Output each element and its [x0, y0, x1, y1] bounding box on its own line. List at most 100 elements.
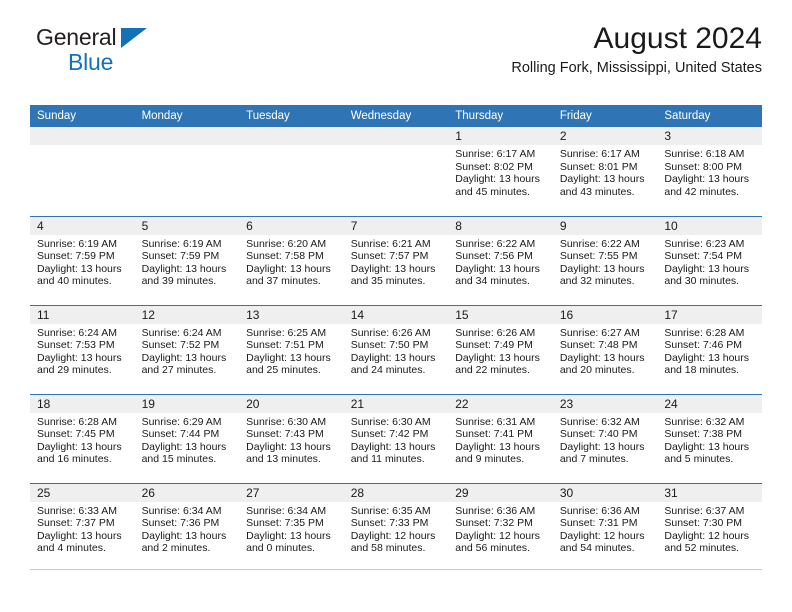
calendar-day-cell[interactable]: 1 Sunrise: 6:17 AM Sunset: 8:02 PM Dayli…: [448, 127, 553, 216]
daylight-text-line1: Daylight: 12 hours: [559, 529, 645, 542]
calendar-day-cell[interactable]: 12 Sunrise: 6:24 AM Sunset: 7:52 PM Dayl…: [134, 304, 240, 394]
calendar-weekday-header: Sunday Monday Tuesday Wednesday Thursday…: [30, 105, 762, 127]
page-subtitle-location: Rolling Fork, Mississippi, United States: [511, 60, 762, 76]
day-details: Sunrise: 6:37 AM Sunset: 7:30 PM Dayligh…: [657, 502, 762, 555]
calendar-day-cell[interactable]: 24 Sunrise: 6:32 AM Sunset: 7:38 PM Dayl…: [657, 393, 762, 483]
calendar-day-cell[interactable]: 6 Sunrise: 6:20 AM Sunset: 7:58 PM Dayli…: [239, 215, 344, 305]
day-number: [239, 127, 344, 145]
sunset-text: Sunset: 7:58 PM: [246, 250, 324, 263]
calendar-day-cell[interactable]: 18 Sunrise: 6:28 AM Sunset: 7:45 PM Dayl…: [30, 393, 135, 483]
sunset-text: Sunset: 7:57 PM: [350, 250, 429, 263]
daylight-text-line2: and 5 minutes.: [664, 453, 734, 466]
daylight-text-line1: Daylight: 13 hours: [141, 529, 227, 542]
daylight-text-line2: and 39 minutes.: [141, 275, 217, 288]
day-details: Sunrise: 6:21 AM Sunset: 7:57 PM Dayligh…: [344, 235, 449, 288]
calendar-day-cell[interactable]: 9 Sunrise: 6:22 AM Sunset: 7:55 PM Dayli…: [552, 215, 658, 305]
day-number: 18: [30, 394, 135, 413]
daylight-text-line2: and 30 minutes.: [664, 275, 740, 288]
calendar-day-cell[interactable]: 26 Sunrise: 6:34 AM Sunset: 7:36 PM Dayl…: [134, 482, 240, 572]
day-number: 2: [552, 127, 658, 145]
sunset-text: Sunset: 7:51 PM: [246, 339, 324, 352]
sunrise-text: Sunrise: 6:25 AM: [246, 326, 327, 339]
calendar-day-cell[interactable]: 22 Sunrise: 6:31 AM Sunset: 7:41 PM Dayl…: [448, 393, 553, 483]
calendar-day-cell[interactable]: 25 Sunrise: 6:33 AM Sunset: 7:37 PM Dayl…: [30, 482, 135, 572]
calendar-day-cell[interactable]: 7 Sunrise: 6:21 AM Sunset: 7:57 PM Dayli…: [343, 215, 449, 305]
calendar-day-cell[interactable]: 4 Sunrise: 6:19 AM Sunset: 7:59 PM Dayli…: [30, 215, 135, 305]
calendar-week-row: 11 Sunrise: 6:24 AM Sunset: 7:53 PM Dayl…: [30, 304, 762, 394]
calendar-day-cell[interactable]: 23 Sunrise: 6:32 AM Sunset: 7:40 PM Dayl…: [552, 393, 658, 483]
sunrise-text: Sunrise: 6:33 AM: [37, 504, 117, 517]
day-number: 17: [657, 305, 762, 324]
calendar-day-cell[interactable]: 29 Sunrise: 6:36 AM Sunset: 7:32 PM Dayl…: [448, 482, 553, 572]
sunrise-text: Sunrise: 6:19 AM: [141, 237, 222, 250]
daylight-text-line1: Daylight: 13 hours: [664, 351, 750, 364]
sunrise-text: Sunrise: 6:24 AM: [37, 326, 117, 339]
sunrise-text: Sunrise: 6:34 AM: [141, 504, 222, 517]
calendar-day-cell[interactable]: 21 Sunrise: 6:30 AM Sunset: 7:42 PM Dayl…: [343, 393, 449, 483]
calendar-day-cell[interactable]: 10 Sunrise: 6:23 AM Sunset: 7:54 PM Dayl…: [657, 215, 762, 305]
daylight-text-line1: Daylight: 13 hours: [559, 440, 645, 453]
sunset-text: Sunset: 7:54 PM: [664, 250, 743, 263]
sunrise-text: Sunrise: 6:21 AM: [350, 237, 431, 250]
sunrise-text: Sunrise: 6:27 AM: [559, 326, 640, 339]
day-number: 7: [343, 216, 449, 235]
calendar-day-cell[interactable]: 3 Sunrise: 6:18 AM Sunset: 8:00 PM Dayli…: [657, 127, 762, 216]
calendar-day-cell[interactable]: 20 Sunrise: 6:30 AM Sunset: 7:43 PM Dayl…: [239, 393, 344, 483]
daylight-text-line1: Daylight: 13 hours: [246, 351, 331, 364]
sunrise-text: Sunrise: 6:30 AM: [350, 415, 431, 428]
day-number: 9: [552, 216, 658, 235]
sunset-text: Sunset: 8:01 PM: [559, 160, 638, 173]
day-details: Sunrise: 6:34 AM Sunset: 7:36 PM Dayligh…: [135, 502, 240, 555]
sunset-text: Sunset: 7:38 PM: [664, 428, 743, 441]
calendar-day-cell[interactable]: 14 Sunrise: 6:26 AM Sunset: 7:50 PM Dayl…: [343, 304, 449, 394]
weekday-header-saturday: Saturday: [657, 105, 762, 127]
calendar-day-cell[interactable]: 8 Sunrise: 6:22 AM Sunset: 7:56 PM Dayli…: [448, 215, 553, 305]
day-number: 14: [343, 305, 449, 324]
calendar-day-cell[interactable]: 31 Sunrise: 6:37 AM Sunset: 7:30 PM Dayl…: [657, 482, 762, 572]
daylight-text-line1: Daylight: 12 hours: [664, 529, 750, 542]
calendar-day-cell[interactable]: 2 Sunrise: 6:17 AM Sunset: 8:01 PM Dayli…: [552, 127, 658, 216]
daylight-text-line2: and 58 minutes.: [350, 542, 426, 555]
calendar-day-cell[interactable]: 5 Sunrise: 6:19 AM Sunset: 7:59 PM Dayli…: [134, 215, 240, 305]
sunset-text: Sunset: 7:44 PM: [141, 428, 220, 441]
day-details: Sunrise: 6:26 AM Sunset: 7:50 PM Dayligh…: [344, 324, 449, 377]
calendar-day-cell[interactable]: 15 Sunrise: 6:26 AM Sunset: 7:49 PM Dayl…: [448, 304, 553, 394]
day-details: Sunrise: 6:30 AM Sunset: 7:42 PM Dayligh…: [344, 413, 449, 466]
calendar-day-cell[interactable]: 17 Sunrise: 6:28 AM Sunset: 7:46 PM Dayl…: [657, 304, 762, 394]
day-details: Sunrise: 6:27 AM Sunset: 7:48 PM Dayligh…: [553, 324, 658, 377]
day-number: 22: [448, 394, 553, 413]
daylight-text-line2: and 11 minutes.: [350, 453, 425, 466]
general-blue-logo[interactable]: General Blue: [36, 26, 266, 74]
day-details: Sunrise: 6:33 AM Sunset: 7:37 PM Dayligh…: [30, 502, 135, 555]
sunrise-text: Sunrise: 6:36 AM: [559, 504, 640, 517]
weekday-header-sunday: Sunday: [30, 105, 135, 127]
calendar-day-cell[interactable]: 28 Sunrise: 6:35 AM Sunset: 7:33 PM Dayl…: [343, 482, 449, 572]
calendar-day-cell[interactable]: 13 Sunrise: 6:25 AM Sunset: 7:51 PM Dayl…: [239, 304, 344, 394]
daylight-text-line2: and 18 minutes.: [664, 364, 740, 377]
calendar-week-row: 18 Sunrise: 6:28 AM Sunset: 7:45 PM Dayl…: [30, 393, 762, 483]
calendar-day-cell[interactable]: 19 Sunrise: 6:29 AM Sunset: 7:44 PM Dayl…: [134, 393, 240, 483]
calendar-day-cell[interactable]: 16 Sunrise: 6:27 AM Sunset: 7:48 PM Dayl…: [552, 304, 658, 394]
sunrise-text: Sunrise: 6:24 AM: [141, 326, 222, 339]
daylight-text-line2: and 32 minutes.: [559, 275, 635, 288]
daylight-text-line1: Daylight: 13 hours: [246, 262, 331, 275]
day-details: Sunrise: 6:18 AM Sunset: 8:00 PM Dayligh…: [657, 145, 762, 198]
day-details: Sunrise: 6:34 AM Sunset: 7:35 PM Dayligh…: [239, 502, 344, 555]
sunset-text: Sunset: 8:02 PM: [455, 160, 533, 173]
calendar-day-cell[interactable]: 30 Sunrise: 6:36 AM Sunset: 7:31 PM Dayl…: [552, 482, 658, 572]
calendar-grid: Sunday Monday Tuesday Wednesday Thursday…: [30, 105, 762, 572]
day-number: 8: [448, 216, 553, 235]
bottom-divider: [30, 569, 762, 570]
daylight-text-line1: Daylight: 12 hours: [455, 529, 540, 542]
weekday-header-wednesday: Wednesday: [343, 105, 449, 127]
day-details: Sunrise: 6:17 AM Sunset: 8:01 PM Dayligh…: [553, 145, 658, 198]
day-number: 26: [134, 483, 240, 502]
calendar-day-cell[interactable]: 27 Sunrise: 6:34 AM Sunset: 7:35 PM Dayl…: [239, 482, 344, 572]
day-details: Sunrise: 6:26 AM Sunset: 7:49 PM Dayligh…: [448, 324, 553, 377]
day-number: [134, 127, 240, 145]
daylight-text-line2: and 54 minutes.: [559, 542, 635, 555]
sunset-text: Sunset: 7:55 PM: [559, 250, 638, 263]
calendar-day-cell[interactable]: 11 Sunrise: 6:24 AM Sunset: 7:53 PM Dayl…: [30, 304, 135, 394]
sunset-text: Sunset: 7:46 PM: [664, 339, 743, 352]
daylight-text-line1: Daylight: 13 hours: [455, 440, 540, 453]
